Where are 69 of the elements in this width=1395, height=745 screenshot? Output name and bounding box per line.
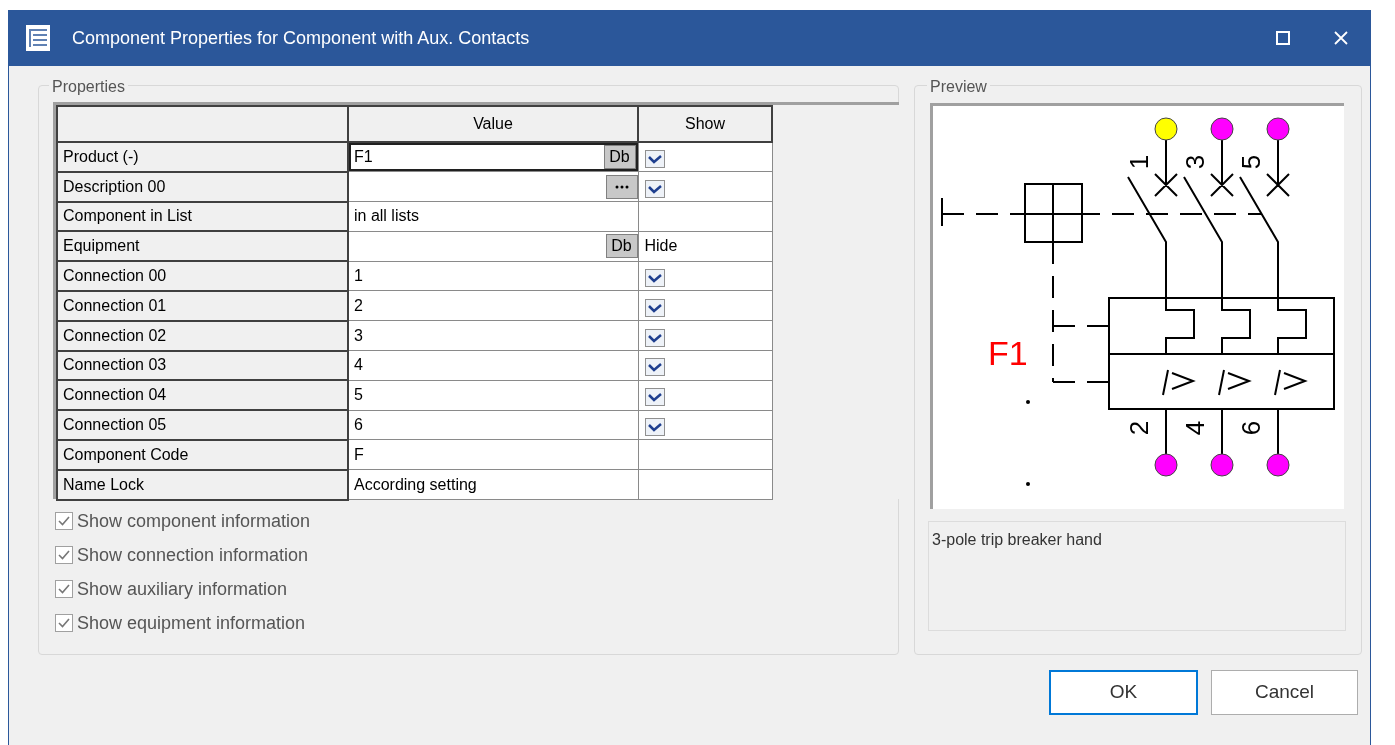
description-text: 3-pole trip breaker hand — [928, 521, 1346, 631]
checkbox-label[interactable]: Show connection information — [77, 541, 309, 569]
check-icon — [58, 550, 70, 560]
property-name: Connection 03 — [63, 356, 167, 374]
checkbox-label[interactable]: Show component information — [77, 507, 311, 535]
property-name: Connection 01 — [63, 296, 167, 314]
ellipsis-icon — [614, 184, 629, 189]
terminal-label: 5 — [1236, 154, 1266, 170]
terminal-label: 6 — [1236, 420, 1266, 436]
property-name: Connection 00 — [63, 267, 167, 285]
checkbox[interactable] — [55, 546, 73, 564]
property-value: 6 — [354, 415, 363, 436]
check-icon — [58, 618, 70, 628]
column-header: Show — [638, 106, 772, 142]
check-icon — [647, 422, 662, 433]
show-checkbox[interactable] — [644, 418, 665, 437]
database-button[interactable]: Db — [605, 234, 638, 259]
property-name: Product (-) — [63, 147, 139, 165]
property-name: Description 00 — [63, 177, 166, 195]
show-checkbox[interactable] — [644, 179, 665, 198]
property-name: Connection 02 — [63, 326, 167, 344]
check-icon — [58, 516, 70, 526]
property-name: Name Lock — [63, 475, 144, 493]
show-checkbox[interactable] — [644, 358, 665, 377]
show-checkbox[interactable] — [644, 388, 665, 407]
property-value: F — [354, 444, 364, 465]
checkbox[interactable] — [55, 512, 73, 530]
check-icon — [647, 392, 662, 403]
property-value: 1 — [354, 266, 363, 287]
terminal-label: 1 — [1124, 154, 1154, 170]
show-checkbox[interactable] — [644, 150, 665, 169]
check-icon — [647, 183, 662, 194]
check-icon — [647, 302, 662, 313]
check-icon — [58, 584, 70, 594]
show-value: Hide — [644, 237, 678, 255]
property-name: Equipment — [63, 237, 140, 255]
property-value: According setting — [354, 474, 477, 495]
property-name: Connection 05 — [63, 416, 167, 434]
property-name: Component Code — [63, 445, 189, 463]
property-value: 4 — [354, 355, 363, 376]
show-checkbox[interactable] — [644, 298, 665, 317]
property-value: in all lists — [354, 206, 419, 227]
close-icon — [1334, 31, 1348, 45]
list-icon — [26, 25, 50, 51]
window-title: Component Properties for Component with Aux. Contacts — [72, 26, 530, 50]
maximize-icon — [1276, 31, 1290, 45]
property-value: 2 — [354, 295, 363, 316]
more-button[interactable] — [605, 174, 638, 199]
check-icon — [647, 273, 662, 284]
dialog-button[interactable]: OK — [1049, 670, 1198, 715]
terminal-label: 2 — [1124, 420, 1154, 436]
checkbox-label[interactable]: Show auxiliary information — [77, 575, 288, 603]
property-value: 3 — [354, 325, 363, 346]
show-checkbox[interactable] — [644, 269, 665, 288]
property-name: Component in List — [63, 207, 192, 225]
checkbox[interactable] — [55, 580, 73, 598]
dialog-button[interactable]: Cancel — [1211, 670, 1358, 715]
checkbox[interactable] — [55, 614, 73, 632]
check-icon — [647, 332, 662, 343]
property-name: Connection 04 — [63, 386, 167, 404]
terminal-label: 3 — [1180, 154, 1210, 170]
show-checkbox[interactable] — [644, 328, 665, 347]
terminal-label: 4 — [1180, 420, 1210, 436]
checkbox-label[interactable]: Show equipment information — [77, 609, 306, 637]
designation-label: F1 — [988, 334, 1028, 372]
check-icon — [647, 362, 662, 373]
check-icon — [647, 154, 662, 165]
property-value: 5 — [354, 385, 363, 406]
column-header: Value — [348, 106, 638, 142]
